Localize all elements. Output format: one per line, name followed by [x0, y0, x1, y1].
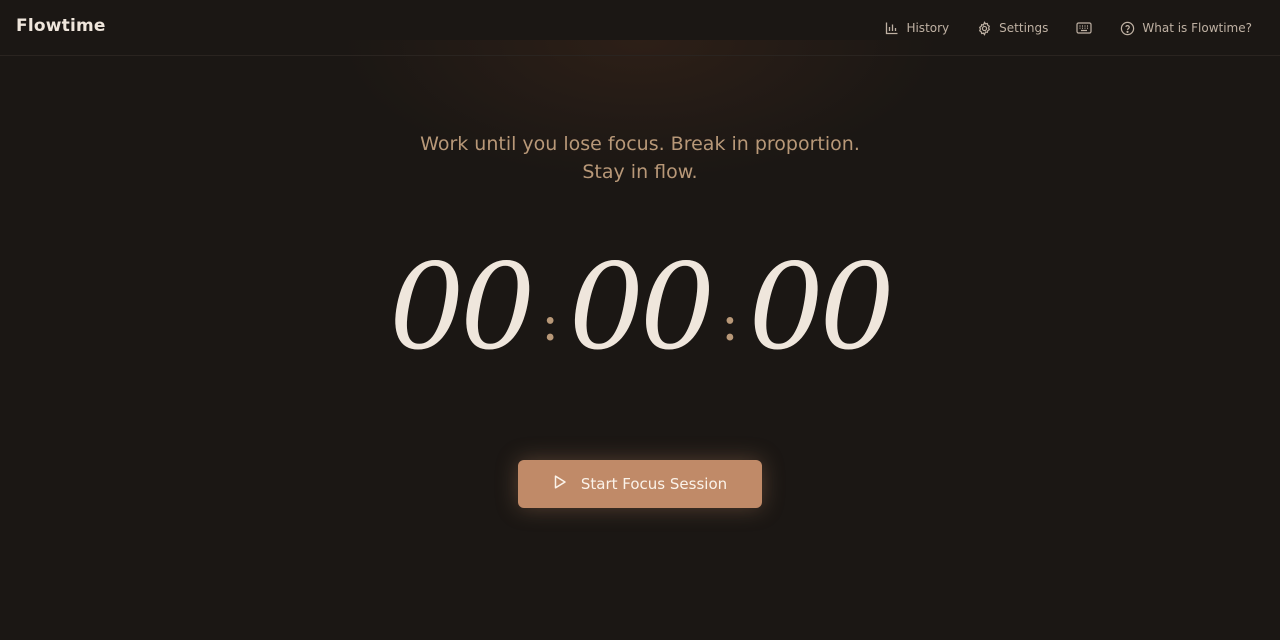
keyboard-icon [1076, 21, 1092, 35]
nav-help-label: What is Flowtime? [1142, 21, 1252, 35]
play-icon [553, 474, 567, 494]
tagline-line-2: Stay in flow. [582, 161, 698, 183]
nav-settings-label: Settings [999, 21, 1049, 35]
nav-what-is-flowtime[interactable]: What is Flowtime? [1120, 21, 1252, 36]
nav-settings[interactable]: Settings [977, 20, 1049, 36]
start-button-label: Start Focus Session [580, 475, 728, 493]
nav-history-label: History [906, 21, 950, 35]
help-circle-icon [1120, 21, 1135, 36]
tagline: Work until you lose focus. Break in prop… [0, 130, 1280, 186]
bar-chart-icon [885, 21, 899, 35]
tagline-line-1: Work until you lose focus. Break in prop… [420, 133, 860, 155]
timer-display: 00 : 00 : 00 [0, 238, 1280, 388]
nav-keyboard-shortcuts[interactable] [1076, 21, 1092, 35]
top-bar: Flowtime History Settings What is Flowti… [0, 0, 1280, 56]
top-nav: History Settings What is Flowtime? [885, 0, 1252, 56]
app-logo-text[interactable]: Flowtime [16, 16, 106, 36]
start-focus-session-button[interactable]: Start Focus Session [518, 460, 762, 508]
timer-seconds: 00 [748, 238, 895, 376]
timer-separator: : [721, 293, 738, 353]
timer-hours: 00 [389, 238, 535, 376]
timer-separator: : [541, 293, 558, 353]
timer-minutes: 00 [568, 238, 715, 376]
nav-history[interactable]: History [885, 21, 949, 35]
gear-icon [977, 20, 992, 36]
